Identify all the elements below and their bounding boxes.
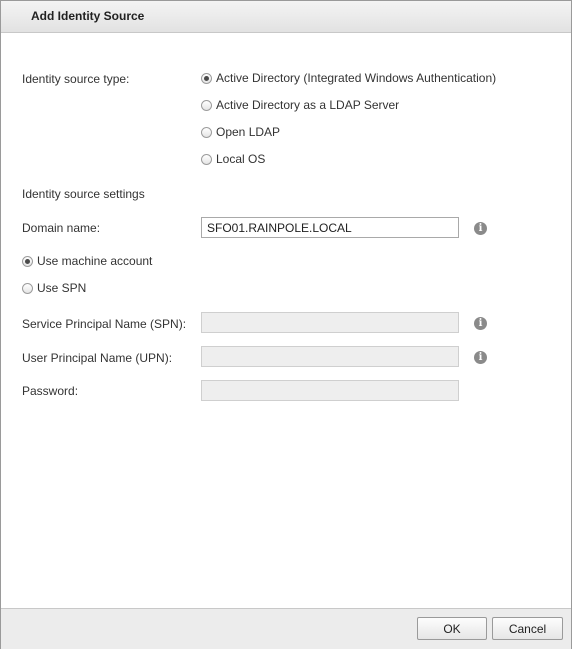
upn-label: User Principal Name (UPN): — [22, 351, 173, 365]
radio-button-checked[interactable] — [22, 255, 33, 267]
domain-name-label: Domain name: — [22, 221, 101, 235]
radio-label: Local OS — [216, 152, 266, 166]
radio-button-checked[interactable] — [201, 72, 212, 84]
radio-button[interactable] — [201, 126, 212, 138]
dialog-titlebar[interactable]: Add Identity Source — [1, 1, 571, 33]
radio-label: Use SPN — [37, 281, 87, 295]
radio-button[interactable] — [201, 99, 212, 111]
password-input[interactable] — [201, 380, 459, 401]
radio-use-spn[interactable]: Use SPN — [22, 280, 86, 296]
radio-label: Open LDAP — [216, 125, 281, 139]
domain-name-input[interactable] — [201, 217, 459, 238]
ok-button[interactable]: OK — [417, 617, 487, 640]
radio-open-ldap[interactable]: Open LDAP — [201, 124, 280, 140]
radio-active-directory-ldap[interactable]: Active Directory as a LDAP Server — [201, 97, 399, 113]
identity-source-settings-heading: Identity source settings — [22, 187, 145, 201]
spn-input[interactable] — [201, 312, 459, 333]
info-icon[interactable]: i — [474, 317, 487, 330]
dialog-footer: OK Cancel — [1, 608, 571, 649]
dialog-title: Add Identity Source — [31, 9, 145, 23]
radio-button[interactable] — [201, 153, 212, 165]
add-identity-source-dialog: Add Identity Source Identity source type… — [0, 0, 572, 649]
identity-source-type-label: Identity source type: — [22, 72, 130, 86]
info-icon[interactable]: i — [474, 351, 487, 364]
cancel-button[interactable]: Cancel — [492, 617, 563, 640]
radio-local-os[interactable]: Local OS — [201, 151, 265, 167]
spn-label: Service Principal Name (SPN): — [22, 317, 187, 331]
upn-input[interactable] — [201, 346, 459, 367]
radio-label: Active Directory as a LDAP Server — [216, 98, 400, 112]
password-label: Password: — [22, 384, 79, 398]
radio-label: Active Directory (Integrated Windows Aut… — [216, 71, 497, 85]
radio-button[interactable] — [22, 282, 33, 294]
radio-label: Use machine account — [37, 254, 153, 268]
radio-use-machine-account[interactable]: Use machine account — [22, 253, 152, 269]
radio-active-directory-iwa[interactable]: Active Directory (Integrated Windows Aut… — [201, 70, 496, 86]
info-icon[interactable]: i — [474, 222, 487, 235]
